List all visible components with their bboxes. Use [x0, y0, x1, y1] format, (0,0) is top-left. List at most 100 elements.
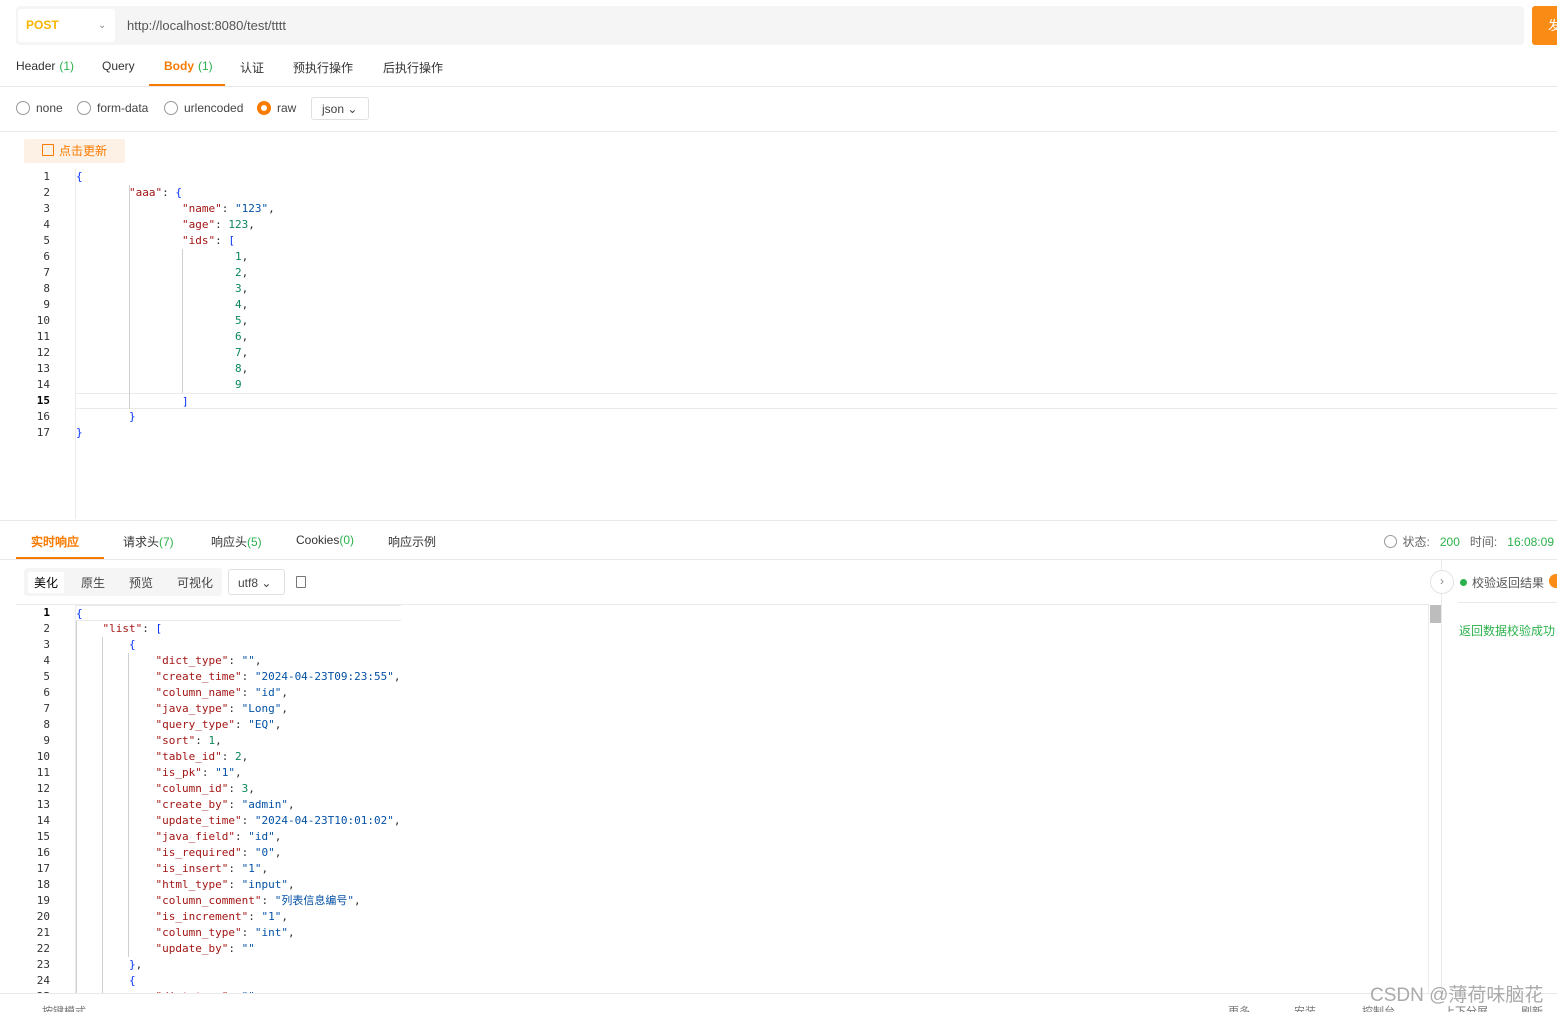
- code-area[interactable]: { "aaa": { "name": "123", "age": 123, "i…: [76, 169, 1557, 441]
- code-line[interactable]: 1,: [76, 249, 1557, 265]
- code-line[interactable]: "table_id": 2,: [76, 749, 401, 765]
- radio-urlencoded[interactable]: urlencoded: [164, 101, 243, 115]
- tab-label: 请求头: [123, 535, 160, 549]
- line-number: 2: [43, 622, 50, 635]
- code-line[interactable]: 7,: [76, 345, 1557, 361]
- code-line[interactable]: 4,: [76, 297, 1557, 313]
- validate-toggle[interactable]: [1549, 574, 1557, 588]
- code-line[interactable]: "ids": [: [76, 233, 1557, 249]
- code-line[interactable]: {: [76, 637, 401, 653]
- code-line[interactable]: 8,: [76, 361, 1557, 377]
- code-line[interactable]: "query_type": "EQ",: [76, 717, 401, 733]
- code-line[interactable]: ]: [76, 393, 1557, 409]
- scroll-thumb[interactable]: [1430, 605, 1441, 623]
- tab-5[interactable]: 后执行操作: [383, 59, 443, 76]
- tab-label: 响应示例: [388, 535, 437, 549]
- line-number: 9: [43, 734, 50, 747]
- request-body-editor[interactable]: 1 2 3 4 5 6 7 8 9 10 11 12 13 14 15 16 17 { "aaa": { "na…: [16, 169, 1557, 519]
- method-select[interactable]: POST ⌄: [18, 9, 115, 42]
- format-select[interactable]: json ⌄: [311, 97, 369, 120]
- radio-circle: [77, 101, 91, 115]
- code-line[interactable]: 6,: [76, 329, 1557, 345]
- vertical-scrollbar[interactable]: [1428, 604, 1442, 993]
- code-line[interactable]: "aaa": {: [76, 185, 1557, 201]
- validation-panel: › 校验返回结果 返回数据校验成功: [1430, 560, 1557, 993]
- code-line[interactable]: "column_name": "id",: [76, 685, 401, 701]
- line-number: 2: [43, 186, 50, 199]
- line-number: 18: [36, 878, 50, 891]
- status-label: 状态:: [1402, 535, 1430, 549]
- code-line[interactable]: 9: [76, 377, 1557, 393]
- chevron-right-icon[interactable]: ›: [1430, 570, 1454, 594]
- code-line[interactable]: {: [76, 973, 401, 989]
- code-line[interactable]: {: [76, 169, 1557, 185]
- indent-guide: [128, 653, 129, 957]
- line-number: 7: [43, 702, 50, 715]
- line-number: 20: [36, 910, 50, 923]
- code-line[interactable]: 5,: [76, 313, 1557, 329]
- tab-0[interactable]: Header (1): [16, 59, 74, 73]
- line-number: 12: [36, 782, 50, 795]
- update-button[interactable]: 点击更新: [24, 139, 125, 163]
- code-line[interactable]: "html_type": "input",: [76, 877, 401, 893]
- copy-icon[interactable]: [296, 576, 306, 588]
- tab-1[interactable]: Query: [102, 59, 135, 73]
- code-line[interactable]: "create_by": "admin",: [76, 797, 401, 813]
- code-line[interactable]: },: [76, 957, 401, 973]
- view-mode-group: 美化 原生 预览 可视化: [24, 568, 222, 596]
- tab-2[interactable]: Body (1): [164, 59, 213, 73]
- code-line[interactable]: "create_time": "2024-04-23T09:23:55",: [76, 669, 400, 685]
- code-line[interactable]: "is_required": "0",: [76, 845, 401, 861]
- line-number: 3: [43, 638, 50, 651]
- radio-circle: [257, 101, 271, 115]
- url-input[interactable]: http://localhost:8080/test/tttt: [127, 18, 286, 33]
- time-value: 16:08:09: [1507, 535, 1554, 549]
- code-line[interactable]: "java_type": "Long",: [76, 701, 401, 717]
- code-line[interactable]: "column_comment": "列表信息编号",: [76, 893, 401, 909]
- response-tab-1[interactable]: 请求头(7): [123, 533, 174, 550]
- charset-select[interactable]: utf8 ⌄: [228, 569, 285, 595]
- response-tab-4[interactable]: 响应示例: [388, 533, 436, 550]
- code-line[interactable]: "sort": 1,: [76, 733, 401, 749]
- code-line[interactable]: "java_field": "id",: [76, 829, 401, 845]
- tab-4[interactable]: 预执行操作: [293, 59, 353, 76]
- code-line[interactable]: 3,: [76, 281, 1557, 297]
- line-number: 16: [36, 846, 50, 859]
- method-label: POST: [26, 18, 59, 32]
- line-number: 13: [36, 362, 50, 375]
- response-body-viewer[interactable]: 1234567891011121314151617181920212223242…: [16, 604, 1428, 994]
- response-tab-0[interactable]: 实时响应: [31, 533, 79, 550]
- code-line[interactable]: "name": "123",: [76, 201, 1557, 217]
- code-line[interactable]: "column_type": "int",: [76, 925, 401, 941]
- view-mode-1[interactable]: 原生: [81, 574, 105, 591]
- code-line[interactable]: "is_insert": "1",: [76, 861, 401, 877]
- radio-label: raw: [277, 101, 297, 115]
- code-line[interactable]: }: [76, 409, 1557, 425]
- line-number: 14: [36, 378, 50, 391]
- send-button[interactable]: 发: [1532, 6, 1557, 45]
- radio-none[interactable]: none: [16, 101, 63, 115]
- code-line[interactable]: "age": 123,: [76, 217, 1557, 233]
- view-mode-3[interactable]: 可视化: [177, 574, 213, 591]
- code-line[interactable]: "is_pk": "1",: [76, 765, 401, 781]
- code-area[interactable]: { "list": [ { "dict_type": "", "create_t…: [76, 605, 401, 994]
- radio-raw[interactable]: raw: [257, 101, 296, 115]
- line-number: 12: [36, 346, 50, 359]
- view-mode-0[interactable]: 美化: [28, 572, 65, 593]
- code-line[interactable]: 2,: [76, 265, 1557, 281]
- response-tab-2[interactable]: 响应头(5): [211, 533, 262, 550]
- code-line[interactable]: "update_by": "": [76, 941, 401, 957]
- tab-3[interactable]: 认证: [240, 59, 264, 76]
- tab-count: (1): [198, 59, 213, 73]
- code-line[interactable]: "column_id": 3,: [76, 781, 401, 797]
- code-line[interactable]: "list": [: [76, 621, 401, 637]
- response-tab-3[interactable]: Cookies(0): [296, 533, 354, 547]
- code-line[interactable]: {: [76, 605, 401, 621]
- radio-form-data[interactable]: form-data: [77, 101, 148, 115]
- code-line[interactable]: "dict_type": "",: [76, 653, 401, 669]
- code-line[interactable]: "update_time": "2024-04-23T10:01:02",: [76, 813, 400, 829]
- code-line[interactable]: "is_increment": "1",: [76, 909, 401, 925]
- divider: [1458, 602, 1557, 603]
- code-line[interactable]: }: [76, 425, 1557, 441]
- view-mode-2[interactable]: 预览: [129, 574, 153, 591]
